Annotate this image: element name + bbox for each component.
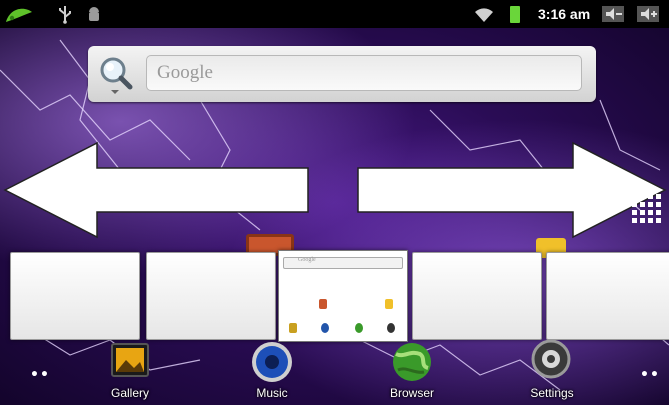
settings-icon[interactable] bbox=[530, 338, 572, 380]
mini-music-icon bbox=[321, 323, 329, 333]
wifi-icon bbox=[475, 8, 493, 22]
arrow-right-icon bbox=[357, 141, 667, 239]
gallery-icon[interactable] bbox=[110, 340, 150, 380]
mini-settings-icon bbox=[387, 323, 395, 333]
home-screen: 3:16 am Google Google •• •• Gallery Musi… bbox=[0, 0, 669, 405]
dock-label-music[interactable]: Music bbox=[227, 386, 317, 400]
home-screen-preview-current[interactable]: Google bbox=[278, 250, 408, 342]
mini-search-placeholder: Google bbox=[298, 257, 316, 263]
home-screen-preview-4[interactable] bbox=[412, 252, 542, 340]
search-icon[interactable] bbox=[96, 54, 138, 96]
launcher-leaf-icon bbox=[6, 8, 32, 22]
page-indicator-left[interactable]: •• bbox=[30, 368, 50, 382]
status-bar: 3:16 am bbox=[0, 0, 669, 28]
browser-globe-icon[interactable] bbox=[390, 340, 434, 384]
app-drawer-grid-icon[interactable] bbox=[630, 192, 664, 226]
mini-search-bar: Google bbox=[283, 257, 403, 269]
usb-icon bbox=[59, 6, 71, 24]
mini-calendar-icon bbox=[319, 299, 327, 309]
dock-label-gallery[interactable]: Gallery bbox=[85, 386, 175, 400]
battery-icon bbox=[510, 6, 520, 23]
home-screen-preview-2[interactable] bbox=[146, 252, 276, 340]
home-screen-preview-5[interactable] bbox=[546, 252, 669, 340]
arrow-left-icon bbox=[3, 141, 309, 239]
mini-browser-icon bbox=[355, 323, 363, 333]
music-icon[interactable] bbox=[250, 340, 294, 384]
page-indicator-right[interactable]: •• bbox=[640, 368, 660, 382]
volume-up-icon[interactable] bbox=[636, 4, 660, 24]
dock-label-settings[interactable]: Settings bbox=[507, 386, 597, 400]
clock: 3:16 am bbox=[538, 6, 591, 22]
mini-gallery-icon bbox=[289, 323, 297, 333]
search-widget[interactable]: Google bbox=[88, 46, 596, 102]
mini-email-icon bbox=[385, 299, 393, 309]
android-debug-icon bbox=[89, 7, 99, 21]
search-input[interactable]: Google bbox=[146, 55, 582, 91]
volume-down-icon[interactable] bbox=[601, 4, 625, 24]
dock-label-browser[interactable]: Browser bbox=[367, 386, 457, 400]
home-screen-preview-1[interactable] bbox=[10, 252, 140, 340]
